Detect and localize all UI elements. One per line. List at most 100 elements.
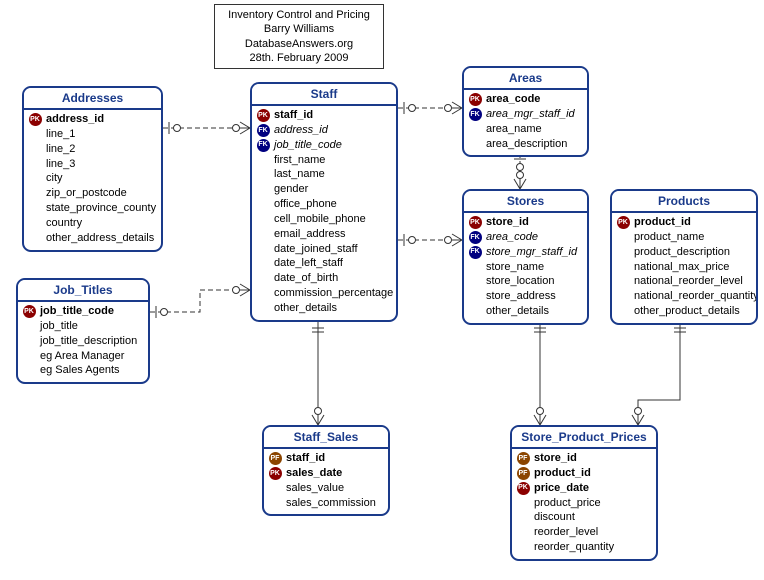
attr-row: product_price — [516, 496, 652, 511]
attr-row: FK store_mgr_staff_id — [468, 245, 583, 260]
attr-row: PKprice_date — [516, 481, 652, 496]
attr-label: address_id — [46, 112, 104, 127]
attr-row: date_joined_staff — [256, 242, 392, 257]
fk-icon: FK — [468, 108, 482, 121]
attr-label: office_phone — [274, 197, 337, 212]
attr-label: other_details — [274, 301, 337, 316]
entity-body: PKarea_codeFKarea_mgr_staff_idarea_namea… — [464, 90, 587, 155]
attr-label: area_code — [486, 92, 540, 107]
entity-title: Stores — [464, 191, 587, 213]
attr-label: job_title_code — [40, 304, 114, 319]
attr-label: other_address_details — [46, 231, 154, 246]
attr-label: store_id — [486, 215, 529, 230]
attr-row: national_max_price — [616, 260, 752, 275]
entity-staff: Staff PKstaff_idFKaddress_idFKjob_title_… — [250, 82, 398, 322]
attr-row: sales_commission — [268, 496, 384, 511]
attr-row: product_name — [616, 230, 752, 245]
attr-label: commission_percentage — [274, 286, 393, 301]
attr-row: other_product_details — [616, 304, 752, 319]
attr-label: date_of_birth — [274, 271, 338, 286]
entity-title: Addresses — [24, 88, 161, 110]
attr-label: line_1 — [46, 127, 75, 142]
attr-label: eg Area Manager — [40, 349, 124, 364]
entity-title: Job_Titles — [18, 280, 148, 302]
attr-label: line_2 — [46, 142, 75, 157]
attr-label: last_name — [274, 167, 325, 182]
entity-stores: Stores PKstore_idFKarea_codeFKstore_mgr_… — [462, 189, 589, 325]
attr-label: date_joined_staff — [274, 242, 358, 257]
attr-label: state_province_county — [46, 201, 156, 216]
attr-row: PFstaff_id — [268, 451, 384, 466]
attr-label: sales_commission — [286, 496, 376, 511]
attr-row: PKproduct_id — [616, 215, 752, 230]
attr-label: national_max_price — [634, 260, 729, 275]
attr-row: area_description — [468, 137, 583, 152]
attr-row: PF store_id — [516, 451, 652, 466]
attr-row: PKstaff_id — [256, 108, 392, 123]
pk-icon: PK — [516, 482, 530, 495]
attr-label: area_description — [486, 137, 567, 152]
fk-icon: FK — [468, 246, 482, 259]
title-box: Inventory Control and Pricing Barry Will… — [214, 4, 384, 69]
attr-label: job_title — [40, 319, 78, 334]
attr-label: country — [46, 216, 82, 231]
fk-icon: FK — [256, 139, 270, 152]
pf-icon: PF — [516, 452, 530, 465]
entity-body: PKjob_title_codejob_titlejob_title_descr… — [18, 302, 148, 382]
attr-label: job_title_description — [40, 334, 137, 349]
attr-row: state_province_county — [28, 201, 157, 216]
attr-row: PFproduct_id — [516, 466, 652, 481]
attr-label: national_reorder_quantity — [634, 289, 758, 304]
attr-label: staff_id — [286, 451, 325, 466]
attr-label: area_code — [486, 230, 538, 245]
entity-body: PKproduct_idproduct_nameproduct_descript… — [612, 213, 756, 323]
entity-store-product-prices: Store_Product_Prices PF store_idPFproduct… — [510, 425, 658, 561]
pk-icon: PK — [616, 216, 630, 229]
attr-label: store_location — [486, 274, 555, 289]
attr-row: reorder_level — [516, 525, 652, 540]
attr-label: date_left_staff — [274, 256, 343, 271]
attr-label: product_price — [534, 496, 601, 511]
entity-products: Products PKproduct_idproduct_nameproduct… — [610, 189, 758, 325]
attr-row: other_details — [468, 304, 583, 319]
entity-title: Store_Product_Prices — [512, 427, 656, 449]
pk-icon: PK — [28, 113, 42, 126]
attr-label: zip_or_postcode — [46, 186, 127, 201]
attr-row: store_location — [468, 274, 583, 289]
attr-label: discount — [534, 510, 575, 525]
title-line: Inventory Control and Pricing — [223, 8, 375, 22]
title-line: 28th. February 2009 — [223, 51, 375, 65]
attr-row: PK address_id — [28, 112, 157, 127]
attr-row: national_reorder_quantity — [616, 289, 752, 304]
attr-row: line_2 — [28, 142, 157, 157]
attr-label: area_name — [486, 122, 542, 137]
attr-label: address_id — [274, 123, 328, 138]
entity-title: Staff_Sales — [264, 427, 388, 449]
attr-label: sales_value — [286, 481, 344, 496]
attr-row: eg Sales Agents — [22, 363, 144, 378]
attr-row: zip_or_postcode — [28, 186, 157, 201]
attr-label: store_address — [486, 289, 556, 304]
entity-staff-sales: Staff_Sales PFstaff_idPKsales_datesales_… — [262, 425, 390, 516]
fk-icon: FK — [468, 231, 482, 244]
attr-label: gender — [274, 182, 308, 197]
attr-row: date_of_birth — [256, 271, 392, 286]
attr-label: area_mgr_staff_id — [486, 107, 575, 122]
pk-icon: PK — [268, 467, 282, 480]
attr-row: FK area_code — [468, 230, 583, 245]
attr-label: line_3 — [46, 157, 75, 172]
attr-label: eg Sales Agents — [40, 363, 120, 378]
entity-title: Staff — [252, 84, 396, 106]
attr-row: last_name — [256, 167, 392, 182]
attr-label: reorder_quantity — [534, 540, 614, 555]
attr-row: PKarea_code — [468, 92, 583, 107]
entity-body: PKstaff_idFKaddress_idFKjob_title_codefi… — [252, 106, 396, 320]
attr-label: cell_mobile_phone — [274, 212, 366, 227]
attr-label: product_name — [634, 230, 704, 245]
attr-row: commission_percentage — [256, 286, 392, 301]
attr-row: email_address — [256, 227, 392, 242]
entity-body: PKaddress_idline_1line_2line_3cityzip_or… — [24, 110, 161, 250]
attr-label: store_mgr_staff_id — [486, 245, 577, 260]
entity-title: Products — [612, 191, 756, 213]
attr-label: store_id — [534, 451, 577, 466]
